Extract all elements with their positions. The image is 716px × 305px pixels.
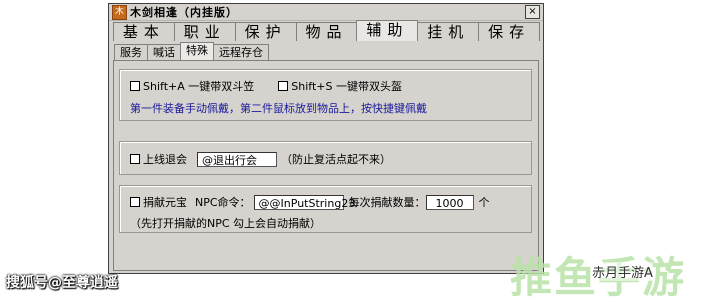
title-bar: 木 木剑相逢（内挂版） ×: [109, 4, 543, 21]
shift-s-checkbox[interactable]: [278, 81, 289, 91]
shift-a-checkbox[interactable]: [130, 81, 140, 91]
logout-guild-label: 上线退会: [143, 153, 187, 166]
brand-watermark-small: 赤月手游A: [592, 262, 653, 281]
subtab-remote-storage[interactable]: 远程存仓: [213, 44, 269, 60]
donate-count-label: 每次捐献数量：: [348, 196, 426, 209]
shift-s-label: Shift+S 一键带双头盔: [291, 80, 402, 93]
shift-a-label: Shift+A 一键带双斗笠: [143, 80, 255, 93]
subtab-special[interactable]: 特殊: [180, 42, 214, 60]
tab-assist[interactable]: 辅助: [356, 20, 419, 41]
tab-auto[interactable]: 挂机: [417, 22, 480, 41]
equip-hint: 第一件装备手动佩戴，第二件鼠标放到物品上，按快捷键佩戴: [130, 102, 427, 115]
logout-guild-group: 上线退会 @退出行会 （防止复活点起不来）: [119, 141, 532, 175]
brand-watermark: 推鱼手游 赤月手游A: [510, 238, 710, 302]
donate-ingot-checkbox[interactable]: [130, 197, 140, 207]
donate-ingot-group: 捐献元宝 NPC命令： @@InPutString23 每次捐献数量： 1000…: [119, 185, 532, 233]
window-title: 木剑相逢（内挂版）: [130, 6, 238, 19]
donate-count-input[interactable]: 1000: [425, 194, 474, 210]
logout-guild-checkbox[interactable]: [130, 154, 140, 164]
tab-protection[interactable]: 保护: [234, 22, 297, 41]
logout-guild-note: （防止复活点起不来）: [281, 153, 391, 166]
npc-command-label: NPC命令：: [195, 196, 251, 209]
tab-profession[interactable]: 职业: [173, 22, 236, 41]
donate-count-unit: 个: [478, 196, 490, 209]
tab-save[interactable]: 保存: [478, 22, 541, 41]
tab-items[interactable]: 物品: [295, 22, 358, 41]
main-tab-bar: 基本 职业 保护 物品 辅助 挂机 保存: [113, 20, 541, 42]
double-equip-group: Shift+A 一键带双斗笠 Shift+S 一键带双头盔 第一件装备手动佩戴，…: [119, 69, 532, 121]
app-icon: 木: [112, 4, 127, 20]
donate-note: （先打开捐献的NPC 勾上会自动捐献）: [130, 217, 322, 230]
sub-tab-bar: 服务 喊话 特殊 远程存仓: [114, 42, 269, 60]
close-button[interactable]: ×: [525, 5, 540, 19]
donate-ingot-label: 捐献元宝: [143, 196, 187, 209]
app-window: 木 木剑相逢（内挂版） × 基本 职业 保护 物品 辅助 挂机 保存 服务 喊话…: [108, 3, 544, 274]
tab-basic[interactable]: 基本: [113, 22, 175, 41]
special-panel: Shift+A 一键带双斗笠 Shift+S 一键带双头盔 第一件装备手动佩戴，…: [113, 60, 539, 271]
npc-command-input[interactable]: @@InPutString23: [253, 194, 355, 210]
leave-guild-command-input[interactable]: @退出行会: [197, 151, 277, 167]
subtab-shout[interactable]: 喊话: [147, 44, 181, 60]
subtab-service[interactable]: 服务: [114, 44, 148, 60]
source-watermark: 搜狐号@至尊逍遥: [6, 275, 118, 291]
